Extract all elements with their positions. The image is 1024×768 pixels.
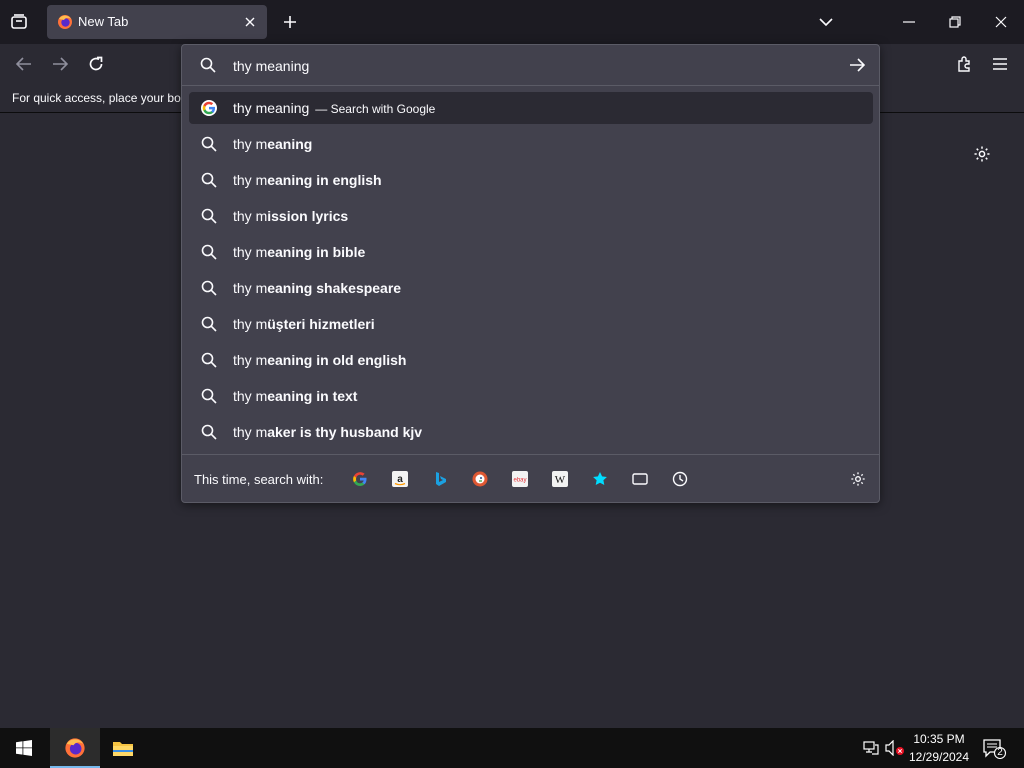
suggestion-text: thy meaning — Search with Google xyxy=(233,100,435,116)
search-icon xyxy=(201,280,217,296)
suggestion-completion: eaning in text xyxy=(267,388,358,404)
svg-text:a: a xyxy=(397,474,403,485)
search-icon xyxy=(200,57,216,73)
bookmarks-hint-text: For quick access, place your boo xyxy=(12,91,188,105)
suggestion-row-selected[interactable]: thy meaning — Search with Google xyxy=(189,92,873,124)
suggestion-row[interactable]: thy maker is thy husband kjv xyxy=(189,416,873,448)
search-icon xyxy=(201,316,217,332)
search-icon xyxy=(201,424,217,440)
extensions-icon[interactable] xyxy=(954,54,974,74)
list-all-tabs-icon[interactable] xyxy=(816,12,836,32)
search-icon xyxy=(201,244,217,260)
suggestion-typed-part: thy m xyxy=(233,424,268,440)
tab-strip: New Tab xyxy=(0,0,1024,44)
suggestion-typed-part: thy m xyxy=(233,136,268,152)
suggestion-completion: aker is thy husband kjv xyxy=(267,424,423,440)
back-icon[interactable] xyxy=(14,54,34,74)
google-icon xyxy=(201,100,217,116)
suggestion-row[interactable]: thy mission lyrics xyxy=(189,200,873,232)
suggestion-typed-part: thy m xyxy=(233,244,268,260)
customize-gear-icon[interactable] xyxy=(972,144,992,164)
search-icon xyxy=(201,352,217,368)
taskbar: 10:35 PM 12/29/2024 2 xyxy=(0,728,1024,768)
suggestion-text: thy müşteri hizmetleri xyxy=(233,316,375,332)
firefox-favicon-icon xyxy=(57,14,73,30)
bing-icon[interactable] xyxy=(432,471,448,487)
suggestion-row[interactable]: thy meaning in english xyxy=(189,164,873,196)
suggestion-completion: eaning in old english xyxy=(267,352,407,368)
tabs-icon[interactable] xyxy=(632,471,648,487)
suggestion-action-text: — Search with Google xyxy=(315,102,436,116)
wikipedia-icon[interactable]: W xyxy=(552,471,568,487)
suggestion-text: thy mission lyrics xyxy=(233,208,348,224)
suggestion-typed-part: thy m xyxy=(233,316,268,332)
tab-new-tab[interactable]: New Tab xyxy=(47,5,267,39)
one-off-search-bar: This time, search with: a ebay W xyxy=(182,454,879,503)
bookmarks-star-icon[interactable] xyxy=(592,471,608,487)
forward-icon[interactable] xyxy=(50,54,70,74)
search-icon xyxy=(201,172,217,188)
suggestion-typed-part: thy m xyxy=(233,352,268,368)
suggestion-row[interactable]: thy meaning in old english xyxy=(189,344,873,376)
suggestion-text: thy meaning in text xyxy=(233,388,357,404)
app-menu-icon[interactable] xyxy=(990,54,1010,74)
duckduckgo-icon[interactable] xyxy=(472,471,488,487)
urlbar-input[interactable]: thy meaning xyxy=(233,58,309,74)
suggestion-row[interactable]: thy meaning shakespeare xyxy=(189,272,873,304)
tab-title: New Tab xyxy=(78,14,129,29)
suggestion-text: thy meaning shakespeare xyxy=(233,280,401,296)
suggestion-completion: eaning shakespeare xyxy=(267,280,402,296)
minimize-icon[interactable] xyxy=(900,12,918,32)
suggestion-row[interactable]: thy meaning in bible xyxy=(189,236,873,268)
history-icon[interactable] xyxy=(672,471,688,487)
suggestion-typed-part: thy meaning xyxy=(233,100,310,116)
one-off-label: This time, search with: xyxy=(194,472,324,487)
windows-start-icon[interactable] xyxy=(14,739,34,757)
suggestion-text: thy meaning in bible xyxy=(233,244,365,260)
restore-icon[interactable] xyxy=(946,12,964,32)
suggestion-completion: eaning in bible xyxy=(267,244,366,260)
suggestion-text: thy meaning in old english xyxy=(233,352,406,368)
reload-icon[interactable] xyxy=(86,54,106,74)
new-tab-icon[interactable] xyxy=(280,12,300,32)
close-window-icon[interactable] xyxy=(992,12,1010,32)
go-arrow-icon[interactable] xyxy=(848,56,866,74)
amazon-icon[interactable]: a xyxy=(392,471,408,487)
suggestion-typed-part: thy m xyxy=(233,388,268,404)
firefox-icon xyxy=(63,736,87,760)
suggestion-completion: eaning xyxy=(267,136,313,152)
search-icon xyxy=(201,208,217,224)
suggestion-typed-part: thy m xyxy=(233,172,268,188)
notification-count: 2 xyxy=(997,747,1003,758)
search-icon xyxy=(201,136,217,152)
search-icon xyxy=(201,388,217,404)
close-tab-icon[interactable] xyxy=(242,14,258,30)
suggestion-row[interactable]: thy müşteri hizmetleri xyxy=(189,308,873,340)
clock-time[interactable]: 10:35 PM xyxy=(910,732,968,746)
volume-muted-icon[interactable] xyxy=(885,739,905,757)
urlbar-input-row[interactable]: thy meaning xyxy=(182,45,879,86)
suggestion-typed-part: thy m xyxy=(233,280,268,296)
ebay-icon[interactable]: ebay xyxy=(512,471,528,487)
google-icon[interactable] xyxy=(352,471,368,487)
suggestion-text: thy meaning xyxy=(233,136,312,152)
clock-date[interactable]: 12/29/2024 xyxy=(905,750,973,764)
suggestion-typed-part: thy m xyxy=(233,208,268,224)
firefox-view-icon[interactable] xyxy=(8,11,30,33)
urlbar-panel: thy meaning thy meaning — Search with Goo… xyxy=(181,44,880,503)
suggestion-row[interactable]: thy meaning in text xyxy=(189,380,873,412)
suggestion-row[interactable]: thy meaning xyxy=(189,128,873,160)
svg-text:W: W xyxy=(555,474,566,486)
suggestion-text: thy maker is thy husband kjv xyxy=(233,424,422,440)
suggestion-completion: ission lyrics xyxy=(267,208,349,224)
svg-text:ebay: ebay xyxy=(513,478,526,484)
suggestion-completion: eaning in english xyxy=(267,172,382,188)
taskbar-firefox-button[interactable] xyxy=(50,728,100,768)
file-explorer-icon[interactable] xyxy=(110,736,136,760)
suggestion-completion: üşteri hizmetleri xyxy=(267,316,375,332)
suggestion-text: thy meaning in english xyxy=(233,172,382,188)
network-icon[interactable] xyxy=(862,739,880,757)
search-settings-gear-icon[interactable] xyxy=(850,471,866,487)
